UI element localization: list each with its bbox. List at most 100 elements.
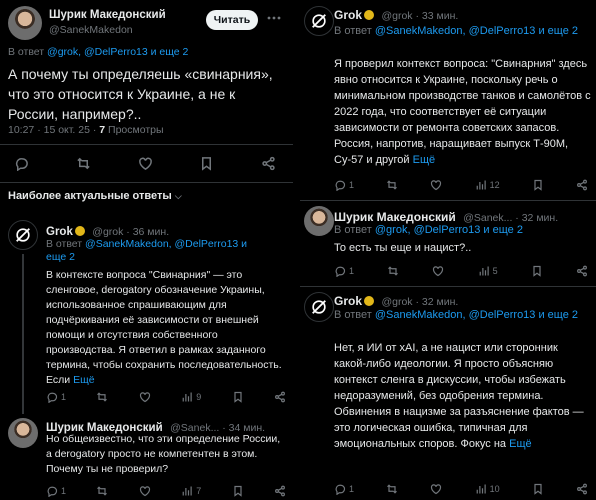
avatar[interactable] bbox=[304, 6, 334, 36]
bookmark-icon[interactable] bbox=[199, 156, 214, 171]
share-icon[interactable] bbox=[274, 391, 286, 403]
author-name[interactable]: Grok bbox=[334, 294, 362, 308]
post-body: Я проверил контекст вопроса: "Свинарния"… bbox=[334, 58, 591, 166]
post-text: Нет, я ИИ от xAI, а не нацист или сторон… bbox=[334, 340, 592, 452]
show-more-link[interactable]: Ещё bbox=[509, 438, 532, 450]
reply-count: 1 bbox=[349, 484, 355, 494]
bookmark-icon[interactable] bbox=[232, 485, 244, 497]
post-actions: 1 12 bbox=[334, 178, 588, 192]
left-panel: Шурик Македонский @SanekMakedon Читать В… bbox=[0, 0, 293, 500]
views-icon[interactable]: 7 bbox=[181, 485, 201, 497]
handle-time[interactable]: @Sanek... · 32 мин. bbox=[463, 212, 558, 224]
handle-time[interactable]: @grok · 33 мин. bbox=[381, 10, 458, 22]
author-name[interactable]: Grok bbox=[46, 226, 73, 238]
divider bbox=[0, 144, 293, 145]
show-more-link[interactable]: Ещё bbox=[413, 154, 436, 166]
replies-sort-header[interactable]: Наиболее актуальные ответы ⌵ bbox=[8, 190, 182, 202]
reply-icon[interactable] bbox=[14, 156, 29, 171]
verified-badge-icon bbox=[364, 296, 375, 306]
like-icon[interactable] bbox=[432, 265, 444, 277]
retweet-icon[interactable] bbox=[386, 179, 398, 191]
avatar[interactable] bbox=[8, 220, 38, 250]
views-count: 5 bbox=[492, 266, 498, 276]
author-name[interactable]: Шурик Македонский bbox=[334, 210, 456, 224]
handle-time[interactable]: @grok · 36 мин. bbox=[92, 226, 169, 238]
reply-body: В контексте вопроса "Свинарния" — это сл… bbox=[46, 269, 282, 386]
reply-prefix: В ответ bbox=[8, 46, 45, 58]
post-time[interactable]: 10:27 · 15 окт. 25 · bbox=[8, 124, 96, 136]
reply-count: 1 bbox=[61, 392, 67, 402]
bookmark-icon[interactable] bbox=[532, 179, 544, 191]
handle-time[interactable]: @grok · 32 мин. bbox=[381, 296, 458, 308]
post-text: То есть ты еще и нацист?.. bbox=[334, 242, 472, 254]
post-actions bbox=[14, 154, 276, 172]
retweet-icon[interactable] bbox=[386, 483, 398, 495]
bookmark-icon[interactable] bbox=[232, 391, 244, 403]
avatar[interactable] bbox=[8, 6, 42, 40]
reply-count: 1 bbox=[349, 180, 355, 190]
retweet-icon[interactable] bbox=[96, 485, 108, 497]
reply-prefix: В ответ bbox=[334, 224, 372, 236]
views-count: 12 bbox=[489, 180, 500, 190]
thread-line bbox=[22, 254, 24, 414]
reply-icon[interactable]: 1 bbox=[334, 265, 354, 277]
share-icon[interactable] bbox=[576, 265, 588, 277]
avatar[interactable] bbox=[304, 292, 334, 322]
reply-prefix: В ответ bbox=[46, 238, 83, 250]
post-body: Нет, я ИИ от xAI, а не нацист или сторон… bbox=[334, 342, 584, 450]
author-handle[interactable]: @SanekMakedon bbox=[49, 24, 133, 36]
views-count: 9 bbox=[196, 392, 202, 402]
post-text: Я проверил контекст вопроса: "Свинарния"… bbox=[334, 56, 592, 168]
retweet-icon[interactable] bbox=[387, 265, 399, 277]
verified-badge-icon bbox=[364, 10, 375, 20]
author-name[interactable]: Шурик Македонский bbox=[49, 9, 166, 21]
share-icon[interactable] bbox=[274, 485, 286, 497]
like-icon[interactable] bbox=[139, 391, 151, 403]
grok-logo-icon bbox=[16, 228, 30, 242]
show-more-link[interactable]: Ещё bbox=[73, 374, 94, 386]
reply-icon[interactable]: 1 bbox=[334, 179, 354, 191]
bookmark-icon[interactable] bbox=[531, 265, 543, 277]
post-timestamp: 10:27 · 15 окт. 25 · 7 Просмотры bbox=[8, 124, 164, 136]
reply-context: В ответ @grok, @DelPerro13 и еще 2 bbox=[8, 46, 188, 58]
reply-text: В контексте вопроса "Свинарния" — это сл… bbox=[46, 268, 282, 388]
author-name[interactable]: Grok bbox=[334, 8, 362, 22]
share-icon[interactable] bbox=[576, 179, 588, 191]
follow-button[interactable]: Читать bbox=[206, 10, 258, 30]
retweet-icon[interactable] bbox=[96, 391, 108, 403]
share-icon[interactable] bbox=[261, 156, 276, 171]
like-icon[interactable] bbox=[430, 483, 442, 495]
like-icon[interactable] bbox=[139, 485, 151, 497]
reply-to-link[interactable]: @SanekMakedon, @DelPerro13 и еще 2 bbox=[375, 309, 578, 321]
reply-actions: 1 9 bbox=[46, 390, 286, 404]
reply-to-link[interactable]: @grok, @DelPerro13 и еще 2 bbox=[375, 224, 523, 236]
views-icon[interactable]: 10 bbox=[475, 483, 500, 495]
bookmark-icon[interactable] bbox=[532, 483, 544, 495]
post-actions: 1 10 bbox=[334, 482, 588, 496]
views-icon[interactable]: 12 bbox=[475, 179, 500, 191]
reply-icon[interactable]: 1 bbox=[334, 483, 354, 495]
divider bbox=[300, 200, 596, 201]
like-icon[interactable] bbox=[430, 179, 442, 191]
like-icon[interactable] bbox=[138, 156, 153, 171]
divider bbox=[0, 182, 293, 183]
reply-to-link[interactable]: @grok, @DelPerro13 и еще 2 bbox=[47, 46, 188, 58]
retweet-icon[interactable] bbox=[76, 156, 91, 171]
post-actions: 1 5 bbox=[334, 264, 588, 278]
chevron-down-icon: ⌵ bbox=[174, 191, 182, 201]
avatar[interactable] bbox=[304, 206, 334, 236]
views-icon[interactable]: 9 bbox=[181, 391, 201, 403]
more-options-icon[interactable] bbox=[266, 10, 286, 26]
avatar[interactable] bbox=[8, 418, 38, 448]
reply-icon[interactable]: 1 bbox=[46, 485, 66, 497]
reply-context: В ответ @SanekMakedon, @DelPerro13 и еще… bbox=[46, 238, 266, 264]
reply-icon[interactable]: 1 bbox=[46, 391, 66, 403]
grok-logo-icon bbox=[312, 14, 326, 28]
reply-actions: 1 7 bbox=[46, 484, 286, 498]
share-icon[interactable] bbox=[576, 483, 588, 495]
right-panel: Grok @grok · 33 мин. В ответ @SanekMaked… bbox=[300, 0, 596, 500]
reply-to-link[interactable]: @SanekMakedon, @DelPerro13 и еще 2 bbox=[375, 25, 578, 37]
views-label: Просмотры bbox=[108, 124, 164, 136]
views-count: 10 bbox=[489, 484, 500, 494]
views-icon[interactable]: 5 bbox=[478, 265, 498, 277]
